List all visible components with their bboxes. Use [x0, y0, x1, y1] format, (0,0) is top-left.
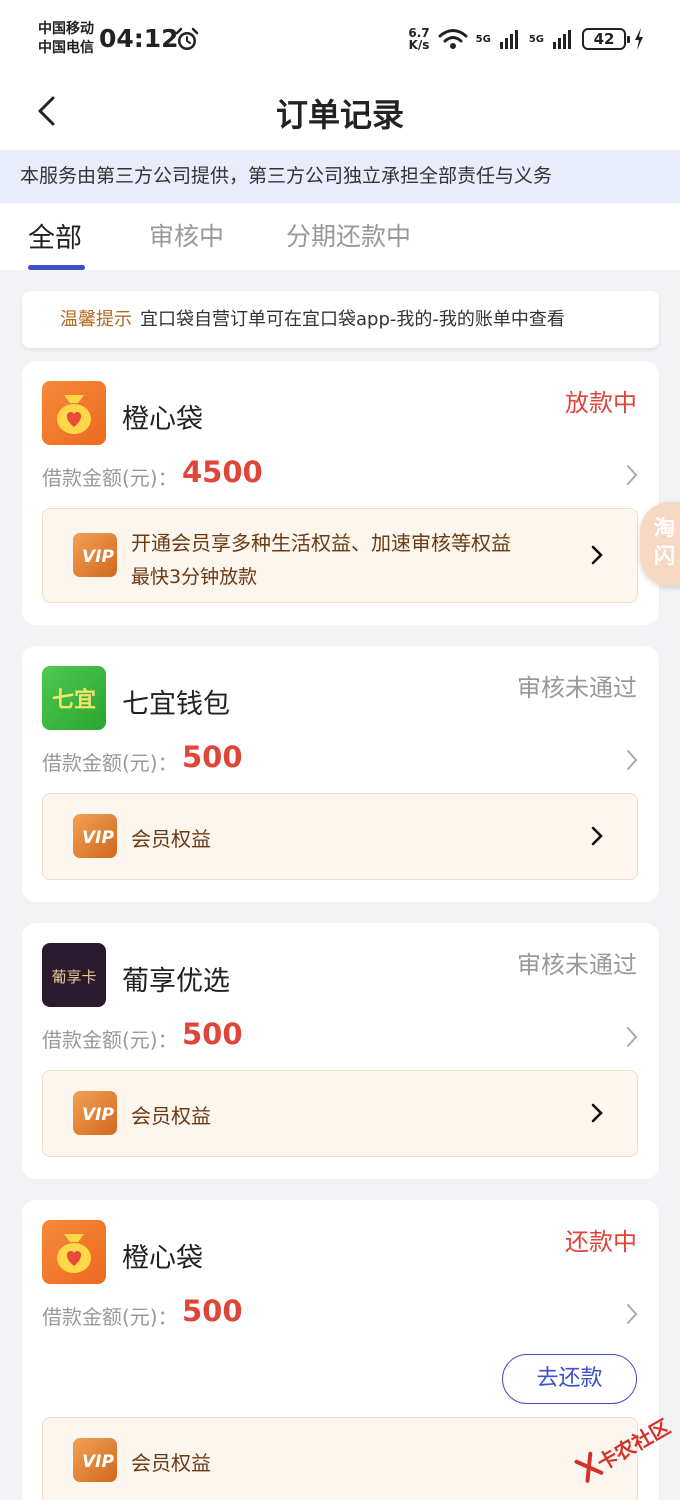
floating-side-badge[interactable]: 淘 闪: [640, 502, 680, 586]
signal-icon: [499, 30, 518, 49]
svg-text:VIP: VIP: [82, 828, 114, 848]
vip-membership-promo[interactable]: VIP 开通会员享多种生活权益、加速审核等权益 最快3分钟放款: [42, 508, 638, 603]
product-name: 橙心袋: [122, 404, 203, 435]
badge-text-2: 闪: [654, 544, 675, 568]
third-party-notice: 本服务由第三方公司提供，第三方公司独立承担全部责任与义务: [0, 150, 680, 203]
network-type-1: 5G: [475, 33, 491, 45]
vip-promo-title: 会员权益: [131, 827, 211, 851]
chevron-right-icon: [591, 545, 603, 565]
product-name: 橙心袋: [122, 1243, 203, 1274]
tab-installment-repaying[interactable]: 分期还款中: [286, 217, 411, 253]
amount-label: 借款金额(元)：: [42, 1305, 178, 1329]
order-card[interactable]: 橙心袋 还款中 借款金额(元)： 500 去还款 VIP 会员权益: [22, 1200, 659, 1500]
tip-text: 宜口袋自营订单可在宜口袋app-我的-我的账单中查看: [140, 309, 565, 330]
tab-bar: 全部 审核中 分期还款中: [0, 203, 680, 270]
network-speed: 6.7 K/s: [408, 26, 430, 52]
network-type-2: 5G: [528, 33, 544, 45]
status-icons: 6.7 K/s 5G 5G 42: [408, 24, 644, 54]
vip-promo-subtitle: 最快3分钟放款: [131, 566, 258, 588]
badge-text-1: 淘: [654, 516, 675, 540]
puxiang-logo-icon: 葡享卡: [42, 943, 106, 1007]
amount-value: 500: [182, 740, 243, 774]
status-badge: 还款中: [565, 1228, 637, 1256]
order-card[interactable]: 七宜 七宜钱包 审核未通过 借款金额(元)： 500 VIP 会员权益: [22, 646, 659, 902]
vip-membership-promo[interactable]: VIP 会员权益: [42, 1070, 638, 1157]
vip-promo-title: 开通会员享多种生活权益、加速审核等权益: [131, 531, 511, 555]
vip-membership-promo[interactable]: VIP 会员权益: [42, 793, 638, 880]
status-bar: 中国移动 中国电信 04:12 6.7 K/s 5G 5G 42: [0, 0, 680, 80]
svg-text:VIP: VIP: [82, 547, 114, 567]
page-title: 订单记录: [275, 96, 404, 134]
tab-all[interactable]: 全部: [28, 216, 82, 255]
charging-bolt-icon: [635, 28, 643, 50]
watermark-text: 卡农社区: [593, 1414, 675, 1476]
orange-bag-logo-icon: [42, 1220, 106, 1284]
vip-icon: VIP: [73, 533, 117, 577]
status-badge: 审核未通过: [517, 674, 637, 702]
vip-membership-promo[interactable]: VIP 会员权益: [42, 1417, 638, 1500]
vip-promo-title: 会员权益: [131, 1451, 211, 1475]
navigation-bar: 订单记录: [0, 80, 680, 150]
amount-value: 500: [182, 1017, 243, 1051]
svg-text:葡享卡: 葡享卡: [51, 968, 96, 986]
svg-text:VIP: VIP: [82, 1105, 114, 1125]
qiyi-wallet-logo-icon: 七宜: [42, 666, 106, 730]
tab-under-review[interactable]: 审核中: [149, 217, 224, 253]
status-badge: 审核未通过: [517, 951, 637, 979]
chevron-right-icon: [591, 826, 603, 846]
chevron-right-icon[interactable]: [623, 747, 641, 773]
vip-icon: VIP: [73, 1438, 117, 1482]
order-card[interactable]: 橙心袋 放款中 借款金额(元)： 4500 VIP 开通会员享多种生活权益、加速…: [22, 361, 659, 625]
chevron-right-icon[interactable]: [623, 1024, 641, 1050]
chevron-right-icon[interactable]: [623, 1301, 641, 1327]
carrier-labels: 中国移动 中国电信: [38, 20, 94, 58]
amount-value: 500: [182, 1294, 243, 1328]
tip-label: 温馨提示: [60, 309, 132, 330]
order-card[interactable]: 葡享卡 葡享优选 审核未通过 借款金额(元)： 500 VIP 会员权益: [22, 923, 659, 1179]
vip-icon: VIP: [73, 1091, 117, 1135]
svg-text:七宜: 七宜: [52, 687, 96, 713]
alarm-clock-icon: [175, 27, 199, 50]
orange-bag-logo-icon: [42, 381, 106, 445]
status-badge: 放款中: [565, 389, 637, 417]
amount-label: 借款金额(元)：: [42, 751, 178, 775]
amount-label: 借款金额(元)：: [42, 1028, 178, 1052]
warm-tip-banner: 温馨提示 宜口袋自营订单可在宜口袋app-我的-我的账单中查看: [22, 291, 659, 348]
carrier-2: 中国电信: [38, 40, 94, 56]
repay-button[interactable]: 去还款: [502, 1354, 637, 1404]
signal-icon: [553, 30, 571, 49]
svg-text:VIP: VIP: [82, 1452, 114, 1472]
amount-label: 借款金额(元)：: [42, 466, 178, 490]
chevron-right-icon: [591, 1103, 603, 1123]
amount-value: 4500: [182, 455, 263, 489]
product-name: 七宜钱包: [122, 689, 230, 720]
active-tab-indicator: [28, 265, 85, 270]
carrier-1: 中国移动: [38, 21, 94, 37]
wifi-icon: [438, 29, 468, 49]
vip-promo-title: 会员权益: [131, 1104, 211, 1128]
chevron-right-icon[interactable]: [623, 462, 641, 488]
clock-time: 04:12: [99, 24, 179, 53]
battery-indicator: 42: [582, 28, 630, 50]
product-name: 葡享优选: [122, 966, 230, 997]
vip-icon: VIP: [73, 814, 117, 858]
